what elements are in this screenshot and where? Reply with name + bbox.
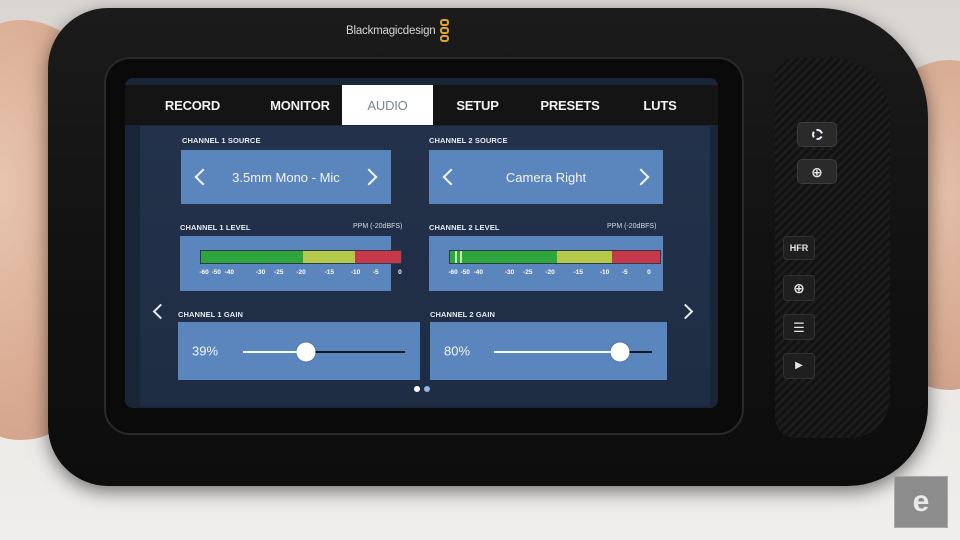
meter-tick-label: -50 [211, 269, 221, 276]
hfr-button[interactable]: HFR [783, 236, 815, 260]
page-dot-active[interactable] [414, 386, 420, 392]
iris-button[interactable] [797, 122, 837, 147]
channel2-gain-slider[interactable] [494, 342, 652, 362]
previous-page-arrow-icon[interactable] [152, 303, 169, 320]
meter-tick-label: -60 [199, 269, 209, 276]
channel1-meter-bar [200, 250, 402, 264]
meter-tick-label: -15 [573, 269, 583, 276]
meter-tick-label: -10 [350, 269, 361, 276]
meter-tick-label: -5 [621, 269, 628, 276]
meter-tick-label: -15 [324, 269, 334, 276]
meter-tick-label: -25 [523, 269, 533, 276]
channel1-source-selector[interactable]: 3.5mm Mono - Mic [181, 150, 391, 204]
focus-crosshair-icon: ⊕ [811, 163, 823, 180]
zoom-button[interactable]: ⊕ [783, 275, 815, 301]
tab-monitor[interactable]: MONITOR [260, 85, 340, 125]
channel2-gain-panel: 80% [430, 322, 667, 380]
meter-peak-marker [460, 251, 463, 263]
tab-bar: RECORD MONITOR AUDIO SETUP PRESETS LUTS [125, 85, 718, 125]
channel1-source-value: 3.5mm Mono - Mic [232, 169, 340, 185]
play-button[interactable]: ▶ [783, 353, 815, 379]
meter-tick-label: -10 [599, 269, 610, 276]
brand-mark-icon [439, 19, 449, 42]
meter-red-zone [355, 251, 401, 263]
channel2-level-meter: -60 -50 -40 -30 -25 -20 -15 -10 -5 0 [429, 236, 663, 291]
focus-button[interactable]: ⊕ [797, 159, 837, 184]
meter-tick-label: -30 [255, 269, 266, 276]
audio-settings-page: CHANNEL 1 SOURCE 3.5mm Mono - Mic CHANNE… [140, 126, 710, 406]
tab-record[interactable]: RECORD [125, 85, 260, 125]
tab-presets[interactable]: PRESETS [520, 85, 620, 125]
slider-thumb[interactable] [610, 342, 630, 362]
meter-red-zone [611, 251, 660, 263]
meter-yellow-zone [557, 251, 612, 263]
meter-tick-label: -30 [504, 269, 515, 276]
tab-luts[interactable]: LUTS [620, 85, 700, 125]
slider-fill [494, 351, 621, 353]
channel1-meter-ticks: -60 -50 -40 -30 -25 -20 -15 -10 -5 0 [199, 269, 402, 279]
touchscreen: RECORD MONITOR AUDIO SETUP PRESETS LUTS … [125, 78, 718, 408]
channel1-gain-panel: 39% [178, 322, 420, 380]
meter-tick-label: -5 [372, 269, 379, 276]
engadget-watermark: e [894, 476, 948, 528]
aperture-icon [811, 129, 823, 140]
meter-tick-label: -20 [296, 269, 306, 276]
meter-yellow-zone [303, 251, 355, 263]
tab-audio[interactable]: AUDIO [342, 85, 433, 125]
watermark-logo-icon: e [912, 485, 930, 518]
next-page-arrow-icon[interactable] [677, 303, 694, 320]
channel1-gain-label: CHANNEL 1 GAIN [178, 310, 244, 319]
channel1-level-label: CHANNEL 1 LEVEL [180, 223, 251, 232]
channel2-level-scale: PPM (-20dBFS) [607, 223, 657, 230]
meter-tick-label: -40 [224, 269, 234, 276]
meter-tick-label: -20 [545, 269, 555, 276]
meter-green-zone [450, 251, 558, 263]
channel2-source-value: Camera Right [505, 169, 587, 185]
channel1-gain-slider[interactable] [243, 342, 405, 362]
meter-tick-label: -50 [460, 269, 470, 276]
zoom-in-icon: ⊕ [793, 280, 805, 296]
meter-tick-label: 0 [398, 269, 402, 276]
channel2-meter-ticks: -60 -50 -40 -30 -25 -20 -15 -10 -5 0 [448, 269, 651, 279]
meter-tick-label: 0 [647, 269, 651, 276]
channel2-gain-label: CHANNEL 2 GAIN [430, 310, 496, 319]
channel1-gain-value: 39% [192, 343, 219, 359]
channel1-source-label: CHANNEL 1 SOURCE [182, 136, 261, 145]
tab-setup[interactable]: SETUP [435, 85, 520, 125]
channel2-gain-value: 80% [444, 343, 471, 359]
menu-button[interactable]: ☰ [783, 314, 815, 340]
channel2-level-label: CHANNEL 2 LEVEL [429, 223, 500, 232]
play-icon: ▶ [795, 360, 803, 371]
meter-tick-label: -60 [448, 269, 458, 276]
page-indicator [414, 386, 430, 392]
channel1-level-meter: -60 -50 -40 -30 -25 -20 -15 -10 -5 0 [180, 236, 402, 291]
meter-green-zone [201, 251, 303, 263]
meter-peak-marker [455, 251, 458, 263]
channel2-meter-bar [449, 250, 661, 264]
brand-name: Blackmagicdesign [346, 24, 436, 37]
slider-thumb[interactable] [296, 342, 316, 362]
meter-tick-label: -40 [473, 269, 483, 276]
page-dot[interactable] [424, 386, 430, 392]
brand-logo: Blackmagicdesign [346, 19, 449, 42]
channel1-level-scale: PPM (-20dBFS) [353, 223, 403, 230]
channel2-source-selector[interactable]: Camera Right [429, 150, 663, 204]
channel2-source-label: CHANNEL 2 SOURCE [429, 136, 508, 145]
meter-tick-label: -25 [274, 269, 284, 276]
menu-icon: ☰ [793, 319, 805, 335]
